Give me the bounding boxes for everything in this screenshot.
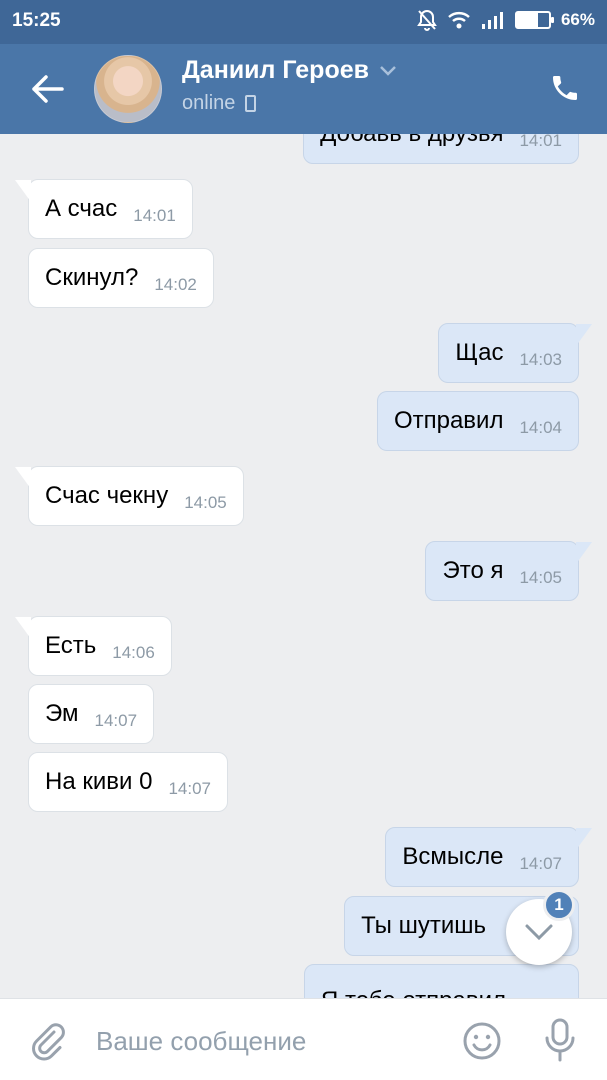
composer-bar: [0, 998, 607, 1080]
message-bubble-outgoing[interactable]: Добавь в друзья 14:01: [303, 134, 579, 164]
message-text: Скинул?: [45, 264, 139, 291]
message-text: Счас чекну: [45, 482, 169, 509]
message-text: Щас: [455, 339, 504, 366]
contact-name: Даниил Героев: [182, 56, 369, 84]
message-text: Это я: [442, 557, 504, 584]
chevron-down-icon: [525, 924, 553, 941]
message-bubble-incoming[interactable]: Скинул? 14:02: [28, 248, 214, 308]
message-time: 14:05: [184, 493, 227, 512]
bubble-tail: [15, 180, 31, 202]
message-bubble-outgoing[interactable]: Отправил 14:04: [376, 391, 579, 451]
message-bubble-incoming[interactable]: На киви 0 14:07: [28, 752, 228, 812]
contact-title[interactable]: Даниил Героев: [182, 56, 397, 85]
battery-fill: [516, 13, 539, 27]
mobile-icon: [245, 95, 257, 112]
message-time: 14:04: [519, 418, 562, 437]
message-time: 14:07: [519, 854, 562, 873]
message-time: 14:06: [112, 643, 155, 662]
online-status: online: [182, 92, 236, 114]
mute-bell-icon: [417, 9, 437, 31]
message-time: 14:07: [168, 779, 211, 798]
emoji-icon[interactable]: [462, 1021, 502, 1061]
message-bubble-incoming[interactable]: Счас чекну 14:05: [15, 466, 244, 526]
message-bubble-incoming[interactable]: Эм 14:07: [28, 684, 155, 744]
battery-percent: 66%: [560, 10, 595, 29]
paperclip-icon[interactable]: [28, 1021, 68, 1061]
microphone-icon[interactable]: [540, 1017, 580, 1063]
chevron-down-icon: [380, 65, 396, 76]
status-icons: 66%: [417, 9, 595, 31]
status-bar: 15:25 66%: [0, 0, 607, 44]
message-text: Всмысле: [402, 843, 504, 870]
wifi-icon: [447, 11, 471, 29]
unread-badge: 1: [543, 889, 575, 921]
avatar[interactable]: [94, 55, 162, 123]
message-bubble-outgoing[interactable]: Это я 14:05: [425, 541, 592, 601]
message-time: 14:03: [519, 350, 562, 369]
contact-status: online: [182, 92, 257, 115]
message-bubble-outgoing[interactable]: Щас 14:03: [438, 323, 592, 383]
bubble-tail: [576, 828, 592, 850]
message-bubble-outgoing[interactable]: Я тебе отправил: [304, 964, 579, 998]
message-text: Я тебе отправил: [321, 987, 506, 998]
message-time: 14:01: [133, 206, 176, 225]
bubble-tail: [15, 467, 31, 489]
chat-header: Даниил Героев online: [0, 44, 607, 134]
phone-call-icon[interactable]: [549, 72, 581, 104]
back-arrow-icon[interactable]: [30, 72, 66, 106]
signal-icon: [481, 11, 505, 29]
message-text: Ты шутишь: [361, 912, 486, 939]
message-bubble-incoming[interactable]: Есть 14:06: [15, 616, 172, 676]
battery-icon: [514, 11, 554, 29]
message-time: 14:05: [519, 568, 562, 587]
bubble-tail: [576, 324, 592, 346]
bubble-tail: [576, 542, 592, 564]
message-bubble-outgoing[interactable]: Всмысле 14:07: [385, 827, 592, 887]
status-time: 15:25: [12, 10, 61, 31]
message-text: Добавь в друзья: [320, 134, 503, 148]
message-input[interactable]: [96, 1021, 426, 1061]
message-time: 14:07: [94, 711, 138, 730]
message-text: Эм: [45, 700, 79, 727]
message-text: На киви 0: [45, 768, 153, 795]
message-text: Есть: [45, 632, 97, 659]
message-time: 14:02: [154, 275, 197, 294]
message-time: 14:01: [519, 134, 562, 150]
message-text: Отправил: [393, 407, 504, 434]
bubble-tail: [15, 617, 31, 639]
message-text: А счас: [45, 195, 118, 222]
message-bubble-incoming[interactable]: А счас 14:01: [15, 179, 193, 239]
message-list[interactable]: Добавь в друзья 14:01 А счас 14:01 Скину…: [0, 134, 607, 998]
